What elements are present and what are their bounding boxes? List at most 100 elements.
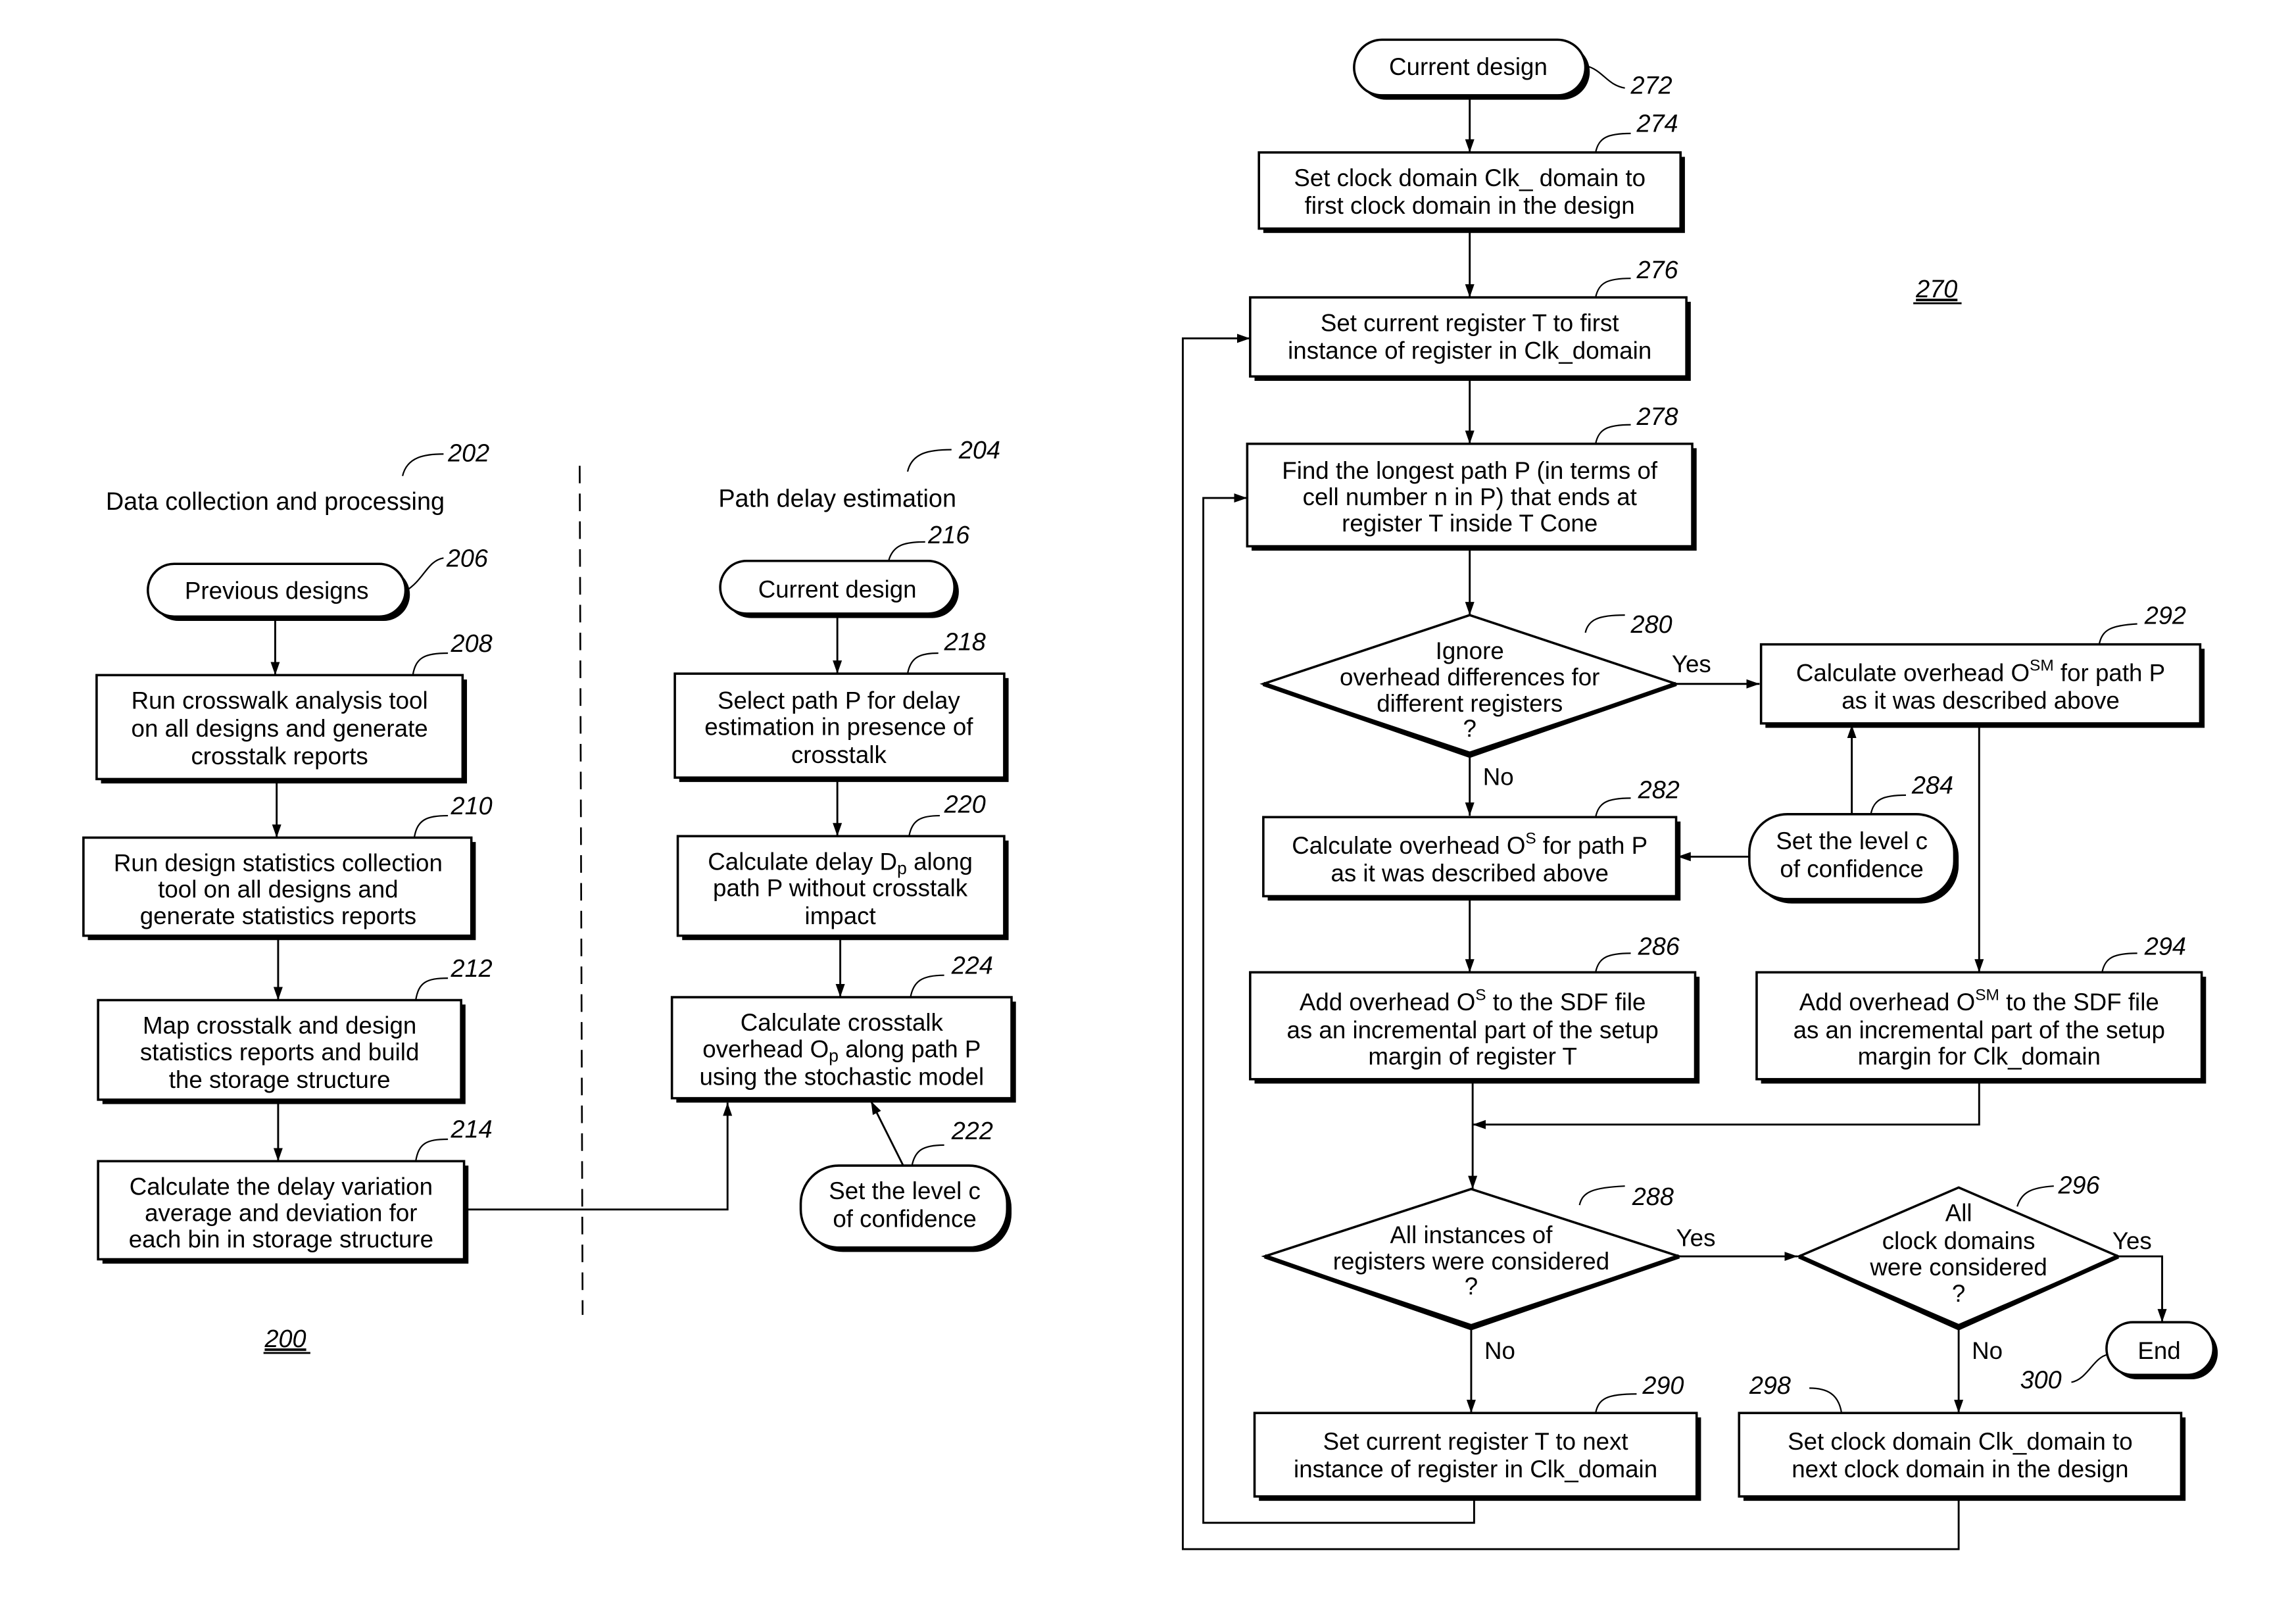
node-text: of confidence	[833, 1206, 976, 1233]
node-text: register T inside T Cone	[1342, 510, 1598, 537]
process-add-overhead-os: Add overhead OS to the SDF file as an in…	[1249, 933, 1700, 1084]
node-text: instance of register in Clk_domain	[1294, 1456, 1657, 1483]
ref-leader	[906, 652, 939, 674]
process-select-path: Select path P for delay estimation in pr…	[673, 629, 1009, 782]
ref-leader	[1595, 952, 1631, 973]
ref-leader	[412, 652, 449, 676]
ref-number: 296	[2057, 1171, 2100, 1199]
branch-yes-label: Yes	[1676, 1224, 1716, 1251]
node-text: Calculate crosstalk	[741, 1009, 944, 1036]
section-path-delay: Path delay estimation 204	[718, 437, 1000, 512]
ref-number: 284	[1911, 772, 1953, 800]
node-text: Current design	[758, 576, 917, 603]
node-text: were considered	[1869, 1254, 2047, 1281]
ref-leader	[1595, 278, 1631, 298]
arrow-yes-to-end	[2118, 1255, 2167, 1323]
terminator-set-confidence-middle: Set the level c of confidence 222	[799, 1118, 1012, 1252]
node-text: statistics reports and build	[140, 1039, 420, 1066]
ref-number: 214	[451, 1116, 493, 1144]
node-text: different registers	[1377, 690, 1563, 717]
arrow	[870, 1100, 904, 1166]
node-text: crosstalk reports	[191, 743, 368, 770]
ref-leader	[2016, 1185, 2054, 1207]
ref-number: 282	[1638, 776, 1680, 804]
ref-number: 202	[447, 439, 489, 467]
node-text: Select path P for delay	[718, 687, 960, 714]
node-text: Set current register T to first	[1321, 309, 1619, 336]
node-text: overhead differences for	[1340, 664, 1599, 691]
node-text: Set the level c	[829, 1177, 981, 1204]
ref-leader	[1595, 132, 1631, 153]
ref-number: 280	[1630, 611, 1672, 639]
process-calculate-crosstalk-overhead: Calculate crosstalk overhead Op along pa…	[670, 952, 1016, 1103]
node-text: average and deviation for	[145, 1200, 417, 1227]
node-text: Set current register T to next	[1323, 1428, 1628, 1455]
ref-number: 222	[951, 1118, 993, 1145]
node-text: on all designs and generate	[132, 715, 428, 742]
process-calculate-overhead-osm: Calculate overhead OSM for path P as it …	[1759, 602, 2205, 728]
node-text: next clock domain in the design	[1792, 1456, 2128, 1483]
process-calculate-delay: Calculate delay Dp along path P without …	[676, 791, 1009, 941]
node-text: All instances of	[1390, 1221, 1553, 1248]
decision-all-instances: All instances of registers were consider…	[1261, 1183, 1683, 1331]
ref-number: 300	[2020, 1366, 2062, 1394]
process-map-crosstalk: Map crosstalk and design statistics repo…	[97, 955, 493, 1104]
ref-leader	[1595, 424, 1631, 444]
branch-yes-label: Yes	[2112, 1227, 2152, 1254]
node-text: End	[2137, 1337, 2180, 1364]
node-text: using the stochastic model	[699, 1064, 984, 1091]
connector-214-to-224	[465, 1102, 733, 1211]
node-text: Map crosstalk and design	[143, 1012, 416, 1039]
node-text: Calculate overhead OSM for path P	[1796, 657, 2165, 687]
ref-leader	[413, 814, 449, 838]
node-text: as it was described above	[1330, 860, 1609, 887]
node-text: Ignore	[1436, 637, 1504, 664]
ref-number: 224	[951, 952, 993, 979]
node-text: Calculate overhead OS for path P	[1292, 829, 1647, 859]
node-text: each bin in storage structure	[129, 1226, 433, 1253]
terminator-end: End 300	[2020, 1321, 2218, 1394]
node-text: All	[1945, 1200, 1972, 1227]
node-text: the storage structure	[169, 1066, 391, 1093]
ref-number: 204	[958, 437, 1000, 464]
node-text: margin for Clk_domain	[1858, 1043, 2101, 1070]
node-text: as an incremental part of the setup	[1286, 1016, 1658, 1043]
ref-leader	[1584, 614, 1625, 633]
ref-leader	[906, 449, 952, 472]
node-text: estimation in presence of	[704, 714, 973, 741]
node-text: Run crosswalk analysis tool	[132, 687, 428, 714]
ref-leader	[911, 1144, 944, 1166]
process-set-first-clock-domain: Set clock domain Clk_ domain to first cl…	[1257, 111, 1685, 234]
ref-number: 216	[927, 522, 970, 549]
node-text: path P without crosstalk	[713, 874, 968, 901]
process-calculate-delay-variation: Calculate the delay variation average an…	[97, 1116, 493, 1264]
node-text: Previous designs	[185, 578, 369, 604]
node-text: as an incremental part of the setup	[1793, 1016, 2165, 1043]
process-find-longest-path: Find the longest path P (in terms of cel…	[1246, 403, 1697, 551]
ref-leader	[910, 974, 944, 998]
node-text: Add overhead OS to the SDF file	[1300, 987, 1646, 1016]
ref-number: 220	[944, 791, 986, 819]
node-text: ?	[1465, 1273, 1478, 1300]
node-text: cell number n in P) that ends at	[1303, 483, 1637, 510]
node-text: Set clock domain Clk_domain to	[1788, 1428, 2133, 1455]
section-divider	[579, 466, 584, 1316]
ref-number: 278	[1636, 403, 1678, 431]
process-run-crosswalk: Run crosswalk analysis tool on all desig…	[95, 630, 493, 784]
ref-number: 274	[1636, 111, 1678, 138]
section-data-collection: Data collection and processing 202	[106, 439, 489, 515]
node-text: Set the level c	[1776, 827, 1928, 854]
ref-leader	[908, 814, 940, 837]
ref-leader	[415, 977, 449, 1000]
ref-leader	[1809, 1387, 1843, 1414]
section-title: Data collection and processing	[106, 488, 445, 516]
patent-flowchart-figure: Data collection and processing 202 Previ…	[82, 38, 2218, 1550]
figure-number: 270	[1915, 276, 1957, 303]
ref-number: 286	[1638, 933, 1680, 961]
ref-number: 272	[1630, 72, 1672, 100]
node-text: ?	[1952, 1280, 1965, 1307]
node-text: overhead Op along path P	[702, 1035, 981, 1066]
node-text: ?	[1463, 715, 1476, 742]
node-text: Run design statistics collection	[114, 850, 443, 877]
terminator-current-design-right: Current design 272	[1353, 38, 1672, 100]
